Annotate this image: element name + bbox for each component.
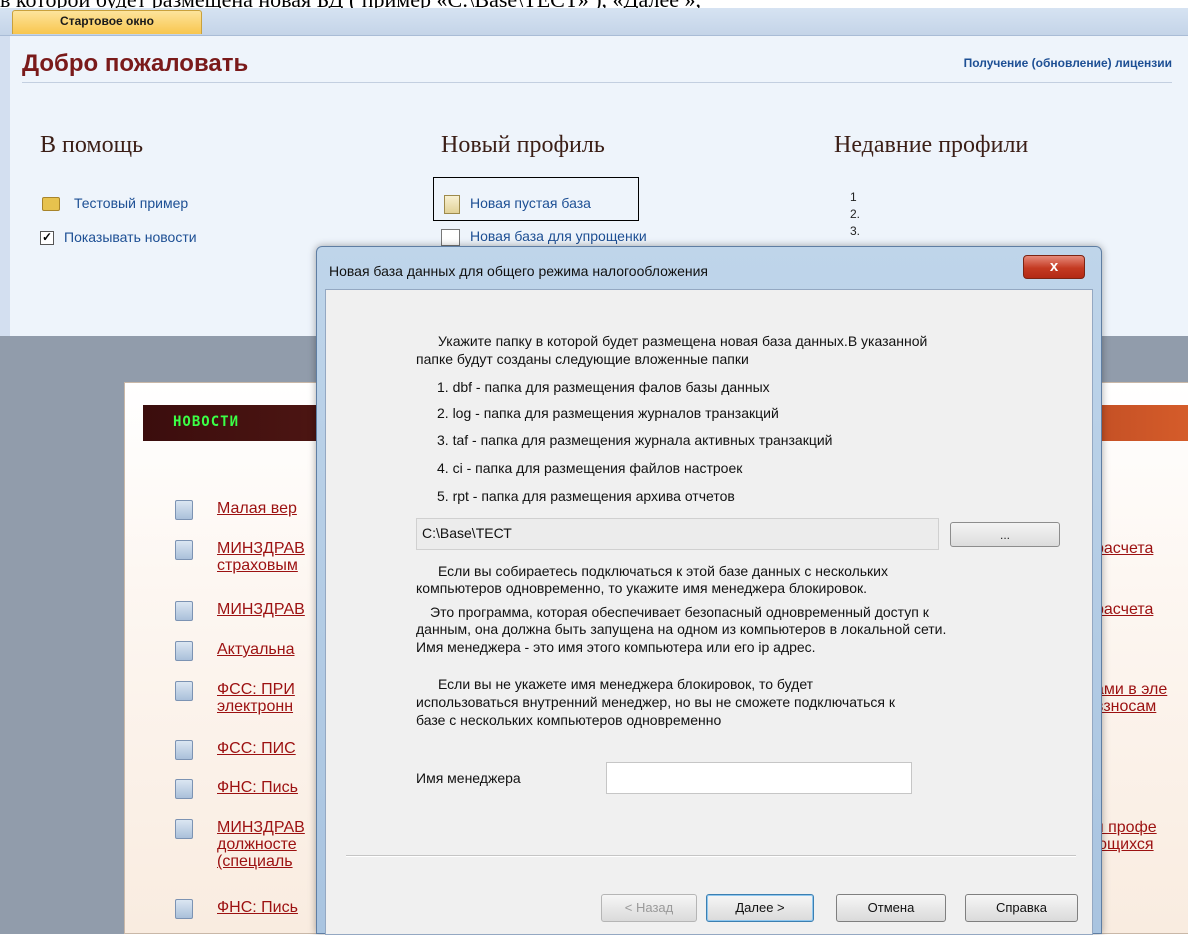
news-icon bbox=[175, 740, 193, 760]
test-example-link[interactable]: Тестовый пример bbox=[42, 193, 188, 213]
page-title: Добро пожаловать bbox=[22, 50, 249, 77]
news-link[interactable]: ФНС: Пись bbox=[217, 899, 317, 916]
new-database-dialog: Новая база данных для общего режима нало… bbox=[316, 246, 1102, 935]
folder-description: 2. log - папка для размещения журналов т… bbox=[437, 405, 779, 421]
recent-profile-item[interactable]: 1 bbox=[850, 190, 857, 204]
intro-text: Укажите папку в которой будет размещена … bbox=[438, 333, 928, 349]
new-empty-db-link[interactable]: Новая пустая база bbox=[444, 193, 591, 214]
news-link-tail[interactable]: расчета bbox=[1095, 601, 1188, 618]
news-link[interactable]: МИНЗДРАВ bbox=[217, 601, 317, 618]
browse-button[interactable]: ... bbox=[950, 522, 1060, 547]
news-title: НОВОСТИ bbox=[173, 414, 240, 430]
show-news-checkbox[interactable]: ✓ bbox=[40, 231, 54, 246]
news-icon bbox=[175, 819, 193, 839]
folder-icon bbox=[42, 197, 60, 212]
manager-name-input[interactable] bbox=[606, 762, 912, 794]
test-example-label: Тестовый пример bbox=[74, 195, 189, 211]
folder-description: 1. dbf - папка для размещения фалов базы… bbox=[437, 379, 770, 395]
next-button[interactable]: Далее > bbox=[706, 894, 814, 922]
folder-description: 4. ci - папка для размещения файлов наст… bbox=[437, 460, 743, 476]
news-icon bbox=[175, 779, 193, 799]
news-icon bbox=[175, 899, 193, 919]
help-section-title: В помощь bbox=[40, 132, 144, 158]
manager-info-text: Если вы собираетесь подключаться к этой … bbox=[438, 563, 888, 579]
news-link[interactable]: МИНЗДРАВ должносте (специаль bbox=[217, 819, 317, 870]
manager-info-text: Если вы не укажете имя менеджера блокиро… bbox=[438, 676, 814, 692]
tab-start-window[interactable]: Стартовое окно bbox=[12, 10, 202, 34]
tab-bar: Стартовое окно bbox=[0, 8, 1188, 36]
close-icon: x bbox=[1049, 258, 1059, 275]
dialog-body: Укажите папку в которой будет размещена … bbox=[325, 289, 1093, 935]
news-link-tail[interactable]: я профе ющихся bbox=[1095, 819, 1188, 853]
news-link[interactable]: ФНС: Пись bbox=[217, 779, 317, 796]
cancel-button[interactable]: Отмена bbox=[836, 894, 946, 922]
news-link[interactable]: Актуальна bbox=[217, 641, 317, 658]
news-link-tail[interactable]: расчета bbox=[1095, 540, 1188, 557]
manager-info-text: Это программа, которая обеспечивает безо… bbox=[430, 604, 929, 620]
news-icon bbox=[175, 681, 193, 701]
license-link[interactable]: Получение (обновление) лицензии bbox=[964, 56, 1172, 70]
news-icon bbox=[175, 500, 193, 520]
folder-path-input[interactable]: C:\Base\ТЕСТ bbox=[416, 518, 939, 550]
manager-info-text: компьютеров одновременно, то укажите имя… bbox=[416, 580, 868, 596]
recent-profile-item[interactable]: 2. bbox=[850, 207, 860, 221]
folder-description: 3. taf - папка для размещения журнала ак… bbox=[437, 432, 833, 448]
manager-info-text: Имя менеджера - это имя этого компьютера… bbox=[416, 639, 816, 655]
document-icon bbox=[441, 228, 460, 246]
new-simplified-db-label: Новая база для упрощенки bbox=[470, 228, 647, 244]
help-button[interactable]: Справка bbox=[965, 894, 1078, 922]
news-link[interactable]: Малая вер bbox=[217, 500, 317, 517]
news-link[interactable]: МИНЗДРАВ страховым bbox=[217, 540, 317, 574]
news-link-tail[interactable]: ами в эле взносам bbox=[1095, 681, 1188, 715]
back-button[interactable]: < Назад bbox=[601, 894, 697, 922]
news-link[interactable]: ФСС: ПИС bbox=[217, 740, 317, 757]
show-news-toggle[interactable]: ✓ Показывать новости bbox=[40, 227, 197, 247]
manager-info-text: базе с нескольких компьютеров одновремен… bbox=[416, 712, 722, 728]
manager-info-text: использоваться внутренний менеджер, но в… bbox=[416, 694, 896, 710]
close-button[interactable]: x bbox=[1023, 255, 1085, 279]
recent-profile-item[interactable]: 3. bbox=[850, 224, 860, 238]
news-icon bbox=[175, 641, 193, 661]
news-icon bbox=[175, 540, 193, 560]
new-profile-section-title: Новый профиль bbox=[441, 132, 605, 158]
button-separator bbox=[346, 855, 1076, 857]
new-empty-db-label: Новая пустая база bbox=[470, 195, 591, 211]
dialog-title: Новая база данных для общего режима нало… bbox=[329, 263, 708, 279]
recent-profiles-section-title: Недавние профили bbox=[834, 132, 1029, 158]
news-link[interactable]: ФСС: ПРИ электронн bbox=[217, 681, 317, 715]
database-icon bbox=[444, 194, 460, 214]
news-icon bbox=[175, 601, 193, 621]
manager-name-label: Имя менеджера bbox=[416, 770, 521, 786]
intro-text: папке будут созданы следующие вложенные … bbox=[416, 351, 749, 367]
manager-info-text: данным, она должна быть запущена на одно… bbox=[416, 621, 947, 637]
new-simplified-db-link[interactable]: Новая база для упрощенки bbox=[441, 226, 647, 246]
show-news-label: Показывать новости bbox=[64, 229, 197, 245]
folder-description: 5. rpt - папка для размещения архива отч… bbox=[437, 488, 735, 504]
title-divider bbox=[22, 82, 1172, 83]
